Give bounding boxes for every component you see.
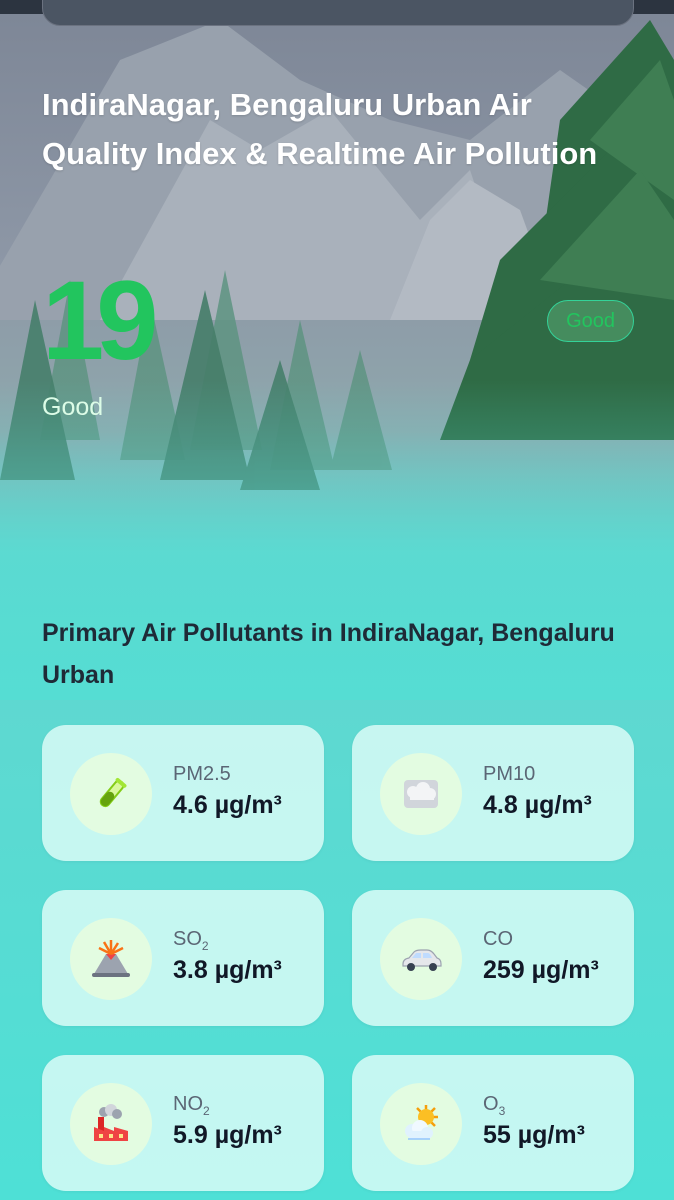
page-title: IndiraNagar, Bengaluru Urban Air Quality…	[42, 87, 598, 171]
pollutant-value: 4.6 µg/m³	[173, 791, 282, 819]
pollutant-card-pm10[interactable]: PM10 4.8 µg/m³	[352, 725, 634, 861]
volcano-icon	[70, 918, 152, 1000]
pollutant-card-co[interactable]: CO 259 µg/m³	[352, 890, 634, 1026]
pollutant-name: O3	[483, 1093, 506, 1118]
pollutant-name: PM2.5	[173, 763, 231, 785]
pollutant-name: NO2	[173, 1093, 210, 1118]
fog-icon	[380, 753, 462, 835]
pollutant-card-no2[interactable]: NO2 5.9 µg/m³	[42, 1055, 324, 1191]
pollutant-value: 259 µg/m³	[483, 956, 599, 984]
car-icon	[380, 918, 462, 1000]
test-tube-icon	[70, 753, 152, 835]
pollutant-card-pm25[interactable]: PM2.5 4.6 µg/m³	[42, 725, 324, 861]
pollutant-value: 4.8 µg/m³	[483, 791, 592, 819]
hero-section: IndiraNagar, Bengaluru Urban Air Quality…	[42, 80, 642, 178]
aqi-status-label: Good	[42, 393, 104, 421]
factory-icon	[70, 1083, 152, 1165]
pollutant-value: 3.8 µg/m³	[173, 956, 282, 984]
pollutant-name: CO	[483, 928, 513, 950]
pollutant-card-so2[interactable]: SO2 3.8 µg/m³	[42, 890, 324, 1026]
sun-cloud-icon	[380, 1083, 462, 1165]
pollutant-name: SO2	[173, 928, 209, 953]
aqi-summary: 19 Good	[42, 262, 634, 380]
aqi-status-badge: Good	[547, 300, 634, 342]
pollutant-value: 5.9 µg/m³	[173, 1121, 282, 1149]
aqi-value: 19	[42, 258, 159, 383]
pollutants-section-title: Primary Air Pollutants in IndiraNagar, B…	[42, 619, 615, 689]
pollutant-value: 55 µg/m³	[483, 1121, 585, 1149]
pollutant-card-o3[interactable]: O3 55 µg/m³	[352, 1055, 634, 1191]
pollutant-name: PM10	[483, 763, 536, 785]
search-bar[interactable]	[42, 0, 634, 26]
